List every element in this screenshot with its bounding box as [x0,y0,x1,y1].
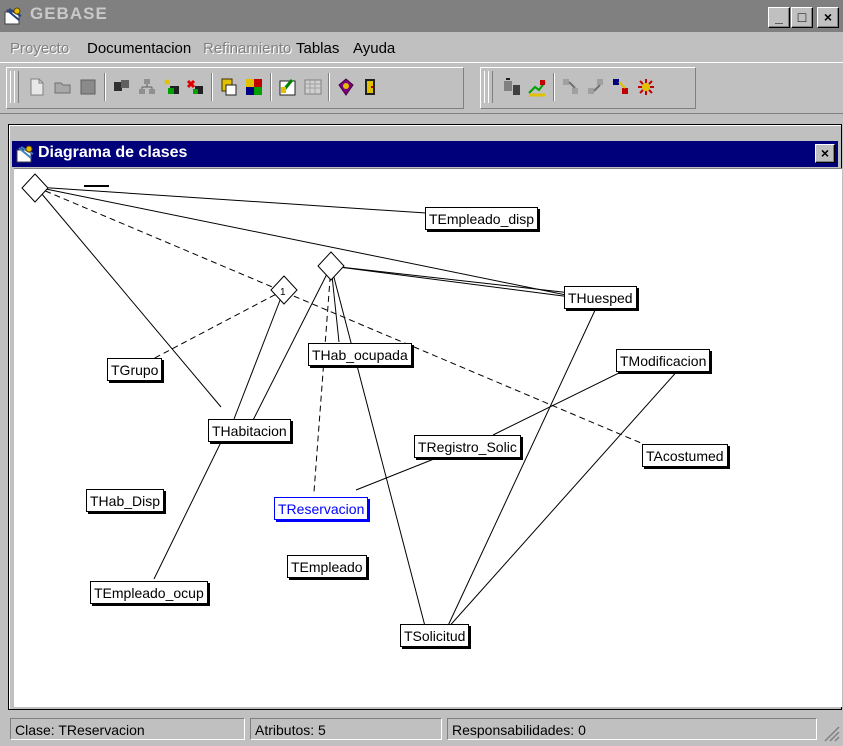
attributes-icon[interactable] [219,77,239,97]
minimize-button[interactable]: _ [768,7,790,28]
chart-icon[interactable] [527,77,547,97]
methods-icon[interactable] [244,77,264,97]
child-titlebar[interactable]: Diagrama de clases × [12,141,838,167]
toolbar [0,62,843,114]
resize-grip-icon[interactable] [822,724,840,742]
relation-line[interactable] [35,186,642,444]
class-box-templeado[interactable]: TEmpleado [287,555,367,578]
class-box-tsolicitud[interactable]: TSolicitud [400,624,470,647]
child-window-title: Diagrama de clases [38,144,188,161]
relation-line[interactable] [445,367,681,631]
relation-line[interactable] [35,186,427,214]
toolbar-separator [553,73,555,101]
class-box-templeado-disp[interactable]: TEmpleado_disp [425,207,539,230]
status-class-text: Clase: TReservacion [15,722,145,738]
menu-bar: Proyecto Documentacion Refinamiento Tabl… [0,32,843,62]
relation-2-icon[interactable] [586,77,606,97]
class-box-tregistro-solic[interactable]: TRegistro_Solic [414,435,521,458]
maximize-button[interactable]: □ [791,7,813,28]
class-box-thabitacion[interactable]: THabitacion [208,419,291,442]
book-icon[interactable] [336,77,356,97]
menu-refinamiento-label: Refinamiento [203,40,292,57]
menu-refinamiento[interactable]: Refinamiento [203,40,291,57]
menu-proyecto-label: Proyecto [10,40,70,57]
relation-line[interactable] [330,265,572,294]
app-icon[interactable] [3,6,23,26]
relation-line[interactable] [313,265,332,493]
status-class: Clase: TReservacion [10,718,245,740]
relation-line[interactable] [35,186,572,297]
class-box-tgrupo[interactable]: TGrupo [107,358,163,381]
status-bar: Clase: TReservacion Atributos: 5 Respons… [0,714,843,746]
status-attributes-text: Atributos: 5 [255,722,326,738]
diagram-icon[interactable] [15,144,35,164]
relation-4-icon[interactable] [636,77,656,97]
toolbar-separator [211,73,213,101]
menu-tablas[interactable]: Tablas [296,40,339,57]
component-icon[interactable] [112,77,132,97]
class-box-tacostumed[interactable]: TAcostumed [642,444,728,467]
relation-line[interactable] [355,454,445,491]
relation-line[interactable] [233,289,285,420]
menu-ayuda[interactable]: Ayuda [353,40,395,57]
class-box-thab-ocupada[interactable]: THab_ocupada [308,343,412,366]
class-box-thab-disp[interactable]: THab_Disp [86,489,165,512]
toolbar-separator [328,73,330,101]
status-attributes: Atributos: 5 [250,718,442,740]
toolbar-separator [104,73,106,101]
class-box-tmodificacion[interactable]: TModificacion [616,349,711,372]
relation-line[interactable] [492,368,628,436]
diamond-d3[interactable] [317,251,345,281]
close-button[interactable]: × [817,7,839,28]
relation-3-icon[interactable] [611,77,631,97]
menu-documentacion-label: Documentacion [87,40,192,57]
exit-icon[interactable] [361,77,381,97]
class-box-treservacion[interactable]: TReservacion [274,497,369,520]
toolbar-separator [270,73,272,101]
diamond-d2-label: 1 [280,287,286,298]
tools-icon[interactable] [502,77,522,97]
menu-proyecto[interactable]: Proyecto [10,40,69,57]
delete-class-icon[interactable] [186,77,206,97]
app-titlebar[interactable]: GEBASE _ □ × [0,0,843,32]
menu-tablas-label: Tablas [296,40,340,57]
table-icon[interactable] [303,77,323,97]
toolbar-grip[interactable] [14,71,19,103]
menu-documentacion[interactable]: Documentacion [87,40,191,57]
class-box-templeado-ocup[interactable]: TEmpleado_ocup [90,581,208,604]
new-icon[interactable] [27,77,47,97]
app-title: GEBASE [30,4,108,23]
menu-ayuda-label: Ayuda [353,40,396,57]
relation-1-icon[interactable] [561,77,581,97]
add-class-icon[interactable] [162,77,182,97]
structure-icon[interactable] [137,77,157,97]
toolbar-grip[interactable] [488,71,493,103]
diagram-canvas[interactable]: 1 TEmpleado_disp THuesped THab_ocupada T… [14,168,842,707]
relation-line[interactable] [153,435,225,580]
save-icon[interactable] [78,77,98,97]
status-responsibilities-text: Responsabilidades: 0 [452,722,586,738]
open-icon[interactable] [53,77,73,97]
status-responsibilities: Responsabilidades: 0 [447,718,817,740]
class-box-thuesped[interactable]: THuesped [564,286,637,309]
child-close-button[interactable]: × [815,144,835,163]
relation-line[interactable] [148,289,285,362]
edit-class-icon[interactable] [278,77,298,97]
relation-line[interactable] [445,305,598,631]
relation-line[interactable] [330,265,572,298]
diamond-d1[interactable] [21,173,49,203]
